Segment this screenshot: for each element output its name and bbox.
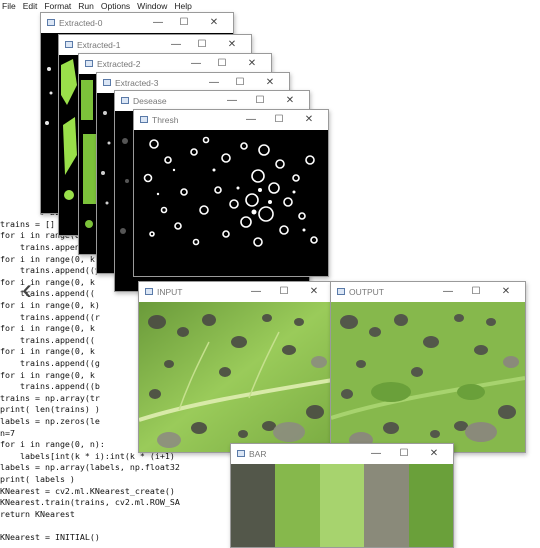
code-line: KNearest = INITIAL() xyxy=(0,532,100,542)
app-icon xyxy=(103,79,111,86)
maximize-button[interactable]: ☐ xyxy=(397,444,411,464)
code-line: trains = np.array(tr xyxy=(0,392,100,403)
code-line: trains.append((r xyxy=(0,311,100,322)
window-bar[interactable]: BAR — ☐ ✕ xyxy=(230,443,454,548)
code-line: trains.append((b xyxy=(0,381,100,392)
maximize-button[interactable]: ☐ xyxy=(177,13,191,33)
code-line: n=7 xyxy=(0,427,15,438)
window-thresh[interactable]: Thresh — ☐ ✕ xyxy=(133,109,329,277)
code-line: trains.append((g xyxy=(0,358,100,368)
window-title: Extracted-1 xyxy=(77,40,121,50)
code-line: labels = np.zeros(le xyxy=(0,416,100,426)
input-leaf-image xyxy=(139,302,333,452)
image-input xyxy=(139,302,333,452)
code-line: trains.append(( xyxy=(0,288,95,299)
code-line: for i in range(0, k xyxy=(0,369,95,380)
chevron-left-icon[interactable]: ‹ xyxy=(22,272,44,312)
minimize-button[interactable]: — xyxy=(249,282,263,302)
code-line: for i in range(0, k xyxy=(0,346,95,357)
code-line: labels = np.array(labels, np.float32 xyxy=(0,462,180,473)
title-bar[interactable]: BAR — ☐ ✕ xyxy=(231,444,453,464)
code-line: for i in range(0, k xyxy=(0,276,95,287)
code-line: for i in range(0, n): xyxy=(0,439,105,450)
app-icon xyxy=(47,19,55,26)
close-button[interactable]: ✕ xyxy=(302,110,316,130)
code-line: KNearest = cv2.ml.KNearest_create() xyxy=(0,485,175,496)
window-input[interactable]: INPUT — ☐ ✕ xyxy=(138,281,334,453)
maximize-button[interactable]: ☐ xyxy=(253,91,267,111)
window-output[interactable]: OUTPUT — ☐ ✕ xyxy=(330,281,526,453)
code-line: trains.append xyxy=(0,242,85,252)
close-button[interactable]: ✕ xyxy=(225,35,239,55)
window-title: Extracted-2 xyxy=(97,59,141,69)
maximize-button[interactable]: ☐ xyxy=(277,282,291,302)
minimize-button[interactable]: — xyxy=(151,13,165,33)
color-bar xyxy=(231,464,453,547)
image-thresh xyxy=(134,130,328,276)
close-button[interactable]: ✕ xyxy=(427,444,441,464)
close-button[interactable]: ✕ xyxy=(245,54,259,74)
minimize-button[interactable]: — xyxy=(244,110,258,130)
minimize-button[interactable]: — xyxy=(441,282,455,302)
close-button[interactable]: ✕ xyxy=(499,282,513,302)
code-line: for i in range(0, k xyxy=(0,323,95,334)
code-line: for i in range(0, k) xyxy=(0,300,100,310)
thresh-image xyxy=(134,130,328,276)
code-line: print( labels ) xyxy=(0,474,75,484)
code-line: KNearest.train(trains, cv2.ml.ROW_SA xyxy=(0,497,180,508)
close-button[interactable]: ✕ xyxy=(307,282,321,302)
title-bar[interactable]: INPUT — ☐ ✕ xyxy=(139,282,333,302)
app-icon xyxy=(85,60,93,67)
output-leaf-image xyxy=(331,302,525,452)
app-icon xyxy=(140,116,148,123)
color-swatch xyxy=(231,464,276,547)
window-title: Desease xyxy=(133,96,167,106)
minimize-button[interactable]: — xyxy=(169,35,183,55)
title-bar[interactable]: Extracted-2 — ☐ ✕ xyxy=(79,54,271,74)
maximize-button[interactable]: ☐ xyxy=(272,110,286,130)
maximize-button[interactable]: ☐ xyxy=(195,35,209,55)
menu-edit[interactable]: Edit xyxy=(23,0,38,14)
maximize-button[interactable]: ☐ xyxy=(469,282,483,302)
color-swatch xyxy=(275,464,320,547)
color-swatch xyxy=(364,464,409,547)
window-title: BAR xyxy=(249,449,267,459)
code-line: trains = [] xyxy=(0,218,55,229)
window-title: Thresh xyxy=(152,115,179,125)
code-line: return KNearest xyxy=(0,508,75,519)
color-swatch xyxy=(408,464,453,547)
code-line: trains.append(( xyxy=(0,334,95,345)
code-line: print( len(trains) ) xyxy=(0,404,100,415)
close-button[interactable]: ✕ xyxy=(207,13,221,33)
app-icon xyxy=(121,97,129,104)
image-output xyxy=(331,302,525,452)
minimize-button[interactable]: — xyxy=(189,54,203,74)
code-line: for i in range(0, k xyxy=(0,253,95,264)
window-title: Extracted-0 xyxy=(59,18,103,28)
window-title: INPUT xyxy=(157,287,183,297)
app-icon xyxy=(237,450,245,457)
maximize-button[interactable]: ☐ xyxy=(215,54,229,74)
app-icon xyxy=(65,41,73,48)
menu-file[interactable]: File xyxy=(2,0,16,14)
title-bar[interactable]: Thresh — ☐ ✕ xyxy=(134,110,328,130)
minimize-button[interactable]: — xyxy=(369,444,383,464)
window-title: OUTPUT xyxy=(349,287,384,297)
title-bar[interactable]: Extracted-1 — ☐ ✕ xyxy=(59,35,251,55)
color-swatch xyxy=(319,464,365,547)
title-bar[interactable]: Desease — ☐ ✕ xyxy=(115,91,309,111)
app-icon xyxy=(337,288,345,295)
title-bar[interactable]: Extracted-0 — ☐ ✕ xyxy=(41,13,233,33)
app-icon xyxy=(145,288,153,295)
title-bar[interactable]: OUTPUT — ☐ ✕ xyxy=(331,282,525,302)
minimize-button[interactable]: — xyxy=(225,91,239,111)
close-button[interactable]: ✕ xyxy=(283,91,297,111)
